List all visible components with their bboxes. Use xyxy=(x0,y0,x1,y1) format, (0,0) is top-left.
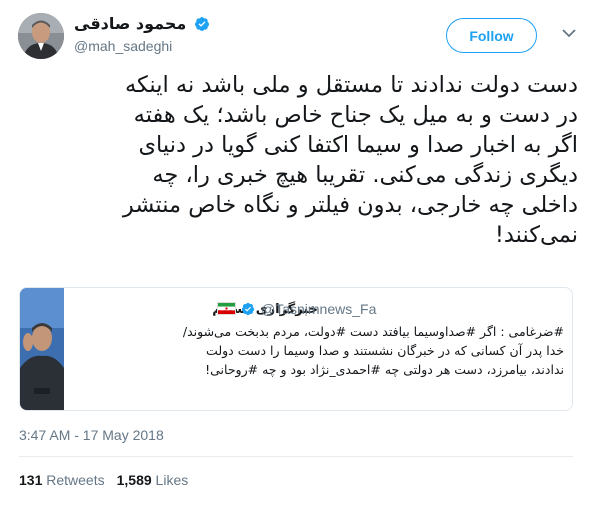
author-handle[interactable]: @mah_sadeghi xyxy=(74,38,172,54)
verified-badge-icon xyxy=(195,17,209,31)
quoted-tweet-image xyxy=(20,288,64,410)
tweet-text-line: دست دولت ندادند تا مستقل و ملی باشد نه ا… xyxy=(124,72,578,98)
author-name[interactable]: محمود صادقی xyxy=(74,14,186,33)
quoted-tweet-card[interactable]: خبرگزاری تسنیم @Tasnimnews_Fa #ضرغامی : … xyxy=(19,287,573,411)
retweets-label: Retweets xyxy=(46,472,105,488)
tweet-text-line: دیگری زندگی می‌کنی. تقریبا هیچ خبری را، … xyxy=(152,162,578,188)
follow-button[interactable]: Follow xyxy=(446,18,537,53)
quoted-text-line: ندادند، بیامرزد، دست هر دولتی چه #احمدی‌… xyxy=(205,362,564,377)
verified-badge-icon xyxy=(241,302,255,316)
tweet-stats: 131 Retweets 1,589 Likes xyxy=(19,472,188,488)
retweets-stat[interactable]: 131 Retweets xyxy=(19,472,105,488)
likes-label: Likes xyxy=(155,472,189,488)
iran-flag-icon xyxy=(217,302,236,315)
tweet-text-line: در دست و به میل یک جناح خاص باشد؛ یک هفت… xyxy=(133,102,578,128)
retweets-count: 131 xyxy=(19,472,43,488)
tweet-timestamp[interactable]: 3:47 AM - 17 May 2018 xyxy=(19,427,164,443)
quoted-handle: @Tasnimnews_Fa xyxy=(261,301,377,317)
likes-count: 1,589 xyxy=(116,472,152,488)
tweet-text-line: داخلی چه خارجی، بدون فیلتر و نگاه خاص من… xyxy=(122,192,578,218)
tweet-header: محمود صادقی @mah_sadeghi Follow xyxy=(0,0,592,66)
quoted-text-line: #ضرغامی : اگر #صداوسیما بیافتد دست #دولت… xyxy=(182,324,564,339)
quoted-text-line: خدا پدر آن کسانی که در خبرگان نشستند و ص… xyxy=(206,343,564,358)
tweet-text: دست دولت ندادند تا مستقل و ملی باشد نه ا… xyxy=(18,70,578,250)
quoted-tweet-text: #ضرغامی : اگر #صداوسیما بیافتد دست #دولت… xyxy=(68,322,564,379)
author-avatar[interactable] xyxy=(18,13,64,59)
divider xyxy=(19,456,573,457)
tweet-text-line: اگر به اخبار صدا و سیما اکتفا کنی گویا د… xyxy=(138,132,578,158)
chevron-down-icon[interactable] xyxy=(558,22,580,44)
tweet-text-line: نمی‌کنند! xyxy=(494,222,578,248)
likes-stat[interactable]: 1,589 Likes xyxy=(117,472,189,488)
